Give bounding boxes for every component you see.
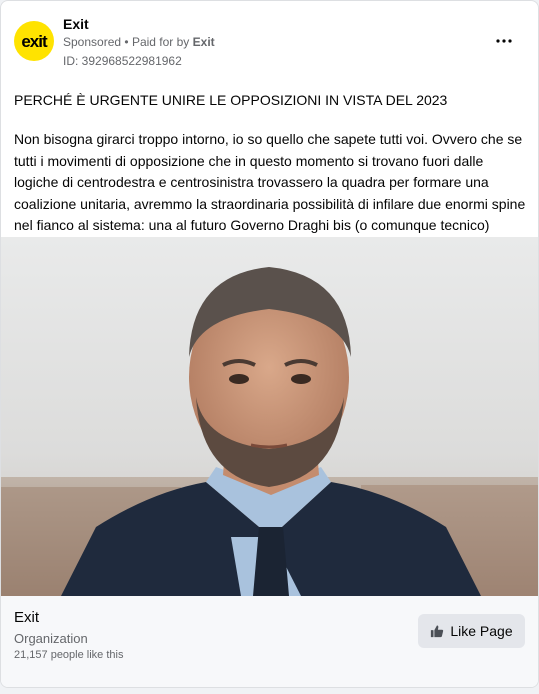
separator-dot: • [124,35,129,49]
more-horizontal-icon [496,39,512,43]
page-footer: Exit Organization 21,157 people like thi… [1,596,538,687]
portrait-photo [1,237,538,596]
exit-logo-icon: exit [21,32,49,51]
post-headline: PERCHÉ È URGENTE UNIRE LE OPPOSIZIONI IN… [14,92,448,108]
thumbs-up-icon [431,625,444,638]
ad-image[interactable] [1,237,538,596]
like-page-button[interactable]: Like Page [418,614,525,648]
post-body: Non bisogna girarci troppo intorno, io s… [14,131,526,233]
ad-header: exit Exit Sponsored • Paid for by Exit I… [1,1,538,81]
svg-text:exit: exit [21,32,48,51]
sponsored-line: Sponsored • Paid for by Exit [63,35,215,49]
more-options-button[interactable] [494,31,514,51]
footer-page-name[interactable]: Exit [14,609,39,626]
page-name-link[interactable]: Exit [63,16,89,32]
ad-id: ID: 392968522981962 [63,54,182,68]
paid-for-prefix: Paid for by [131,35,190,49]
footer-likes-count: 21,157 people like this [14,649,124,661]
ad-card: exit Exit Sponsored • Paid for by Exit I… [0,0,539,688]
paid-for-name: Exit [192,35,215,49]
footer-category: Organization [14,631,88,646]
sponsored-label: Sponsored [63,35,122,49]
like-page-label: Like Page [450,623,513,639]
page-avatar[interactable]: exit [14,21,54,61]
